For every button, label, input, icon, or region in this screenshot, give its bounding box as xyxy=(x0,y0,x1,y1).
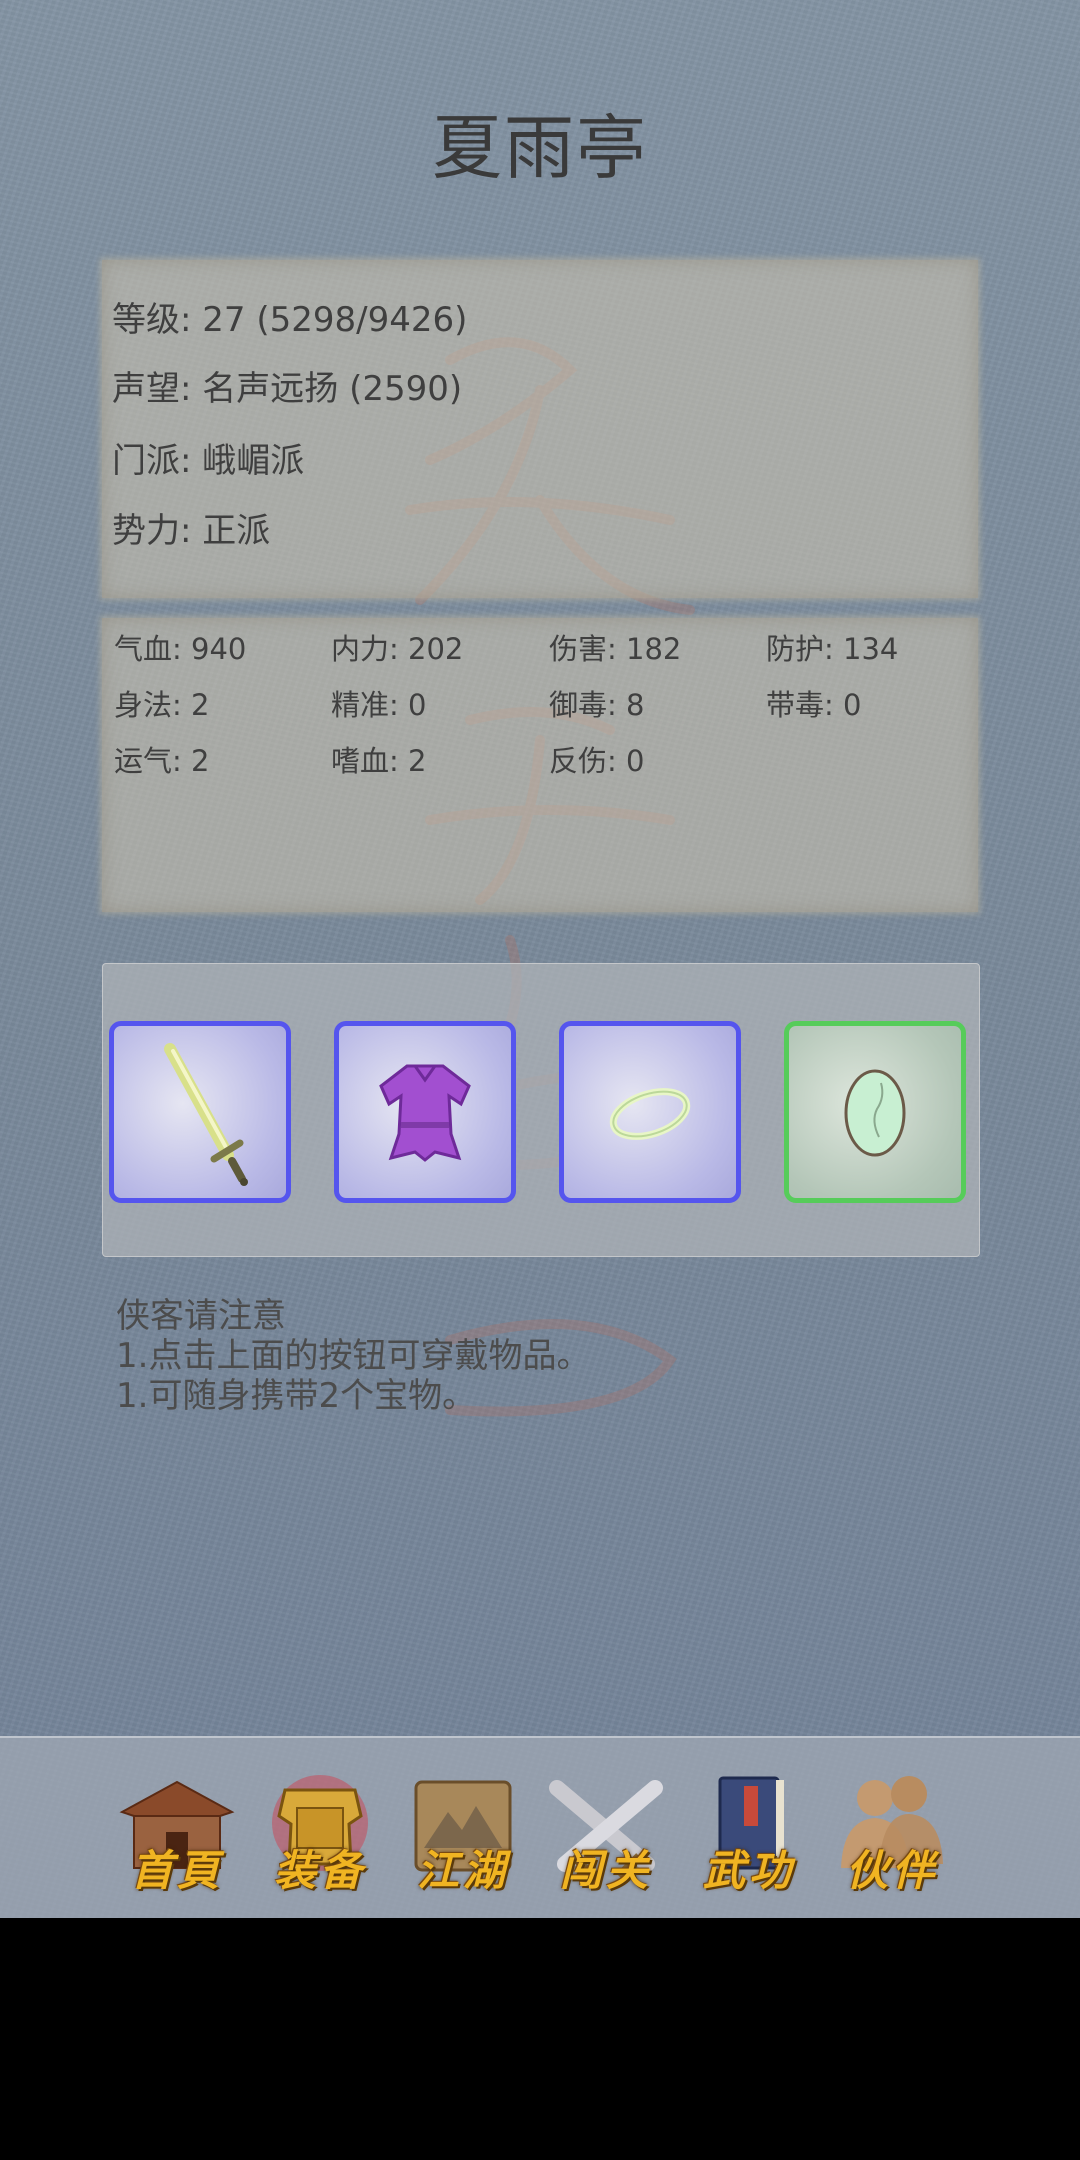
level-text: 等级: 27 (5298/9426) xyxy=(112,300,468,340)
nav-partner-label: 伙伴 xyxy=(845,1846,938,1895)
stat-defense: 防护: 134 xyxy=(766,632,899,666)
stat-bloodthirst: 嗜血: 2 xyxy=(331,744,427,778)
page-title: 夏雨亭 xyxy=(432,107,648,189)
equip-slot-accessory[interactable] xyxy=(559,1021,741,1203)
app-screen: 夏雨亭 等级: 27 (5298/9426) 声望: 名声远扬 (2590) 门… xyxy=(0,0,1080,1918)
sect-text: 门派: 峨嵋派 xyxy=(112,441,305,481)
nav-martial-arts[interactable]: 武功 xyxy=(686,1768,812,1895)
nav-equipment[interactable]: 装备 xyxy=(257,1768,383,1895)
nav-home-label: 首頁 xyxy=(130,1846,223,1895)
notice-heading: 侠客请注意 xyxy=(116,1296,286,1336)
equipment-panel xyxy=(102,963,980,1257)
nav-partner[interactable]: 伙伴 xyxy=(829,1768,955,1895)
robe-icon xyxy=(379,1064,471,1162)
notice-box: 侠客请注意 1.点击上面的按钮可穿戴物品。 1.可随身携带2个宝物。 xyxy=(116,1296,590,1416)
nav-equipment-label: 装备 xyxy=(273,1846,366,1895)
stat-poison: 带毒: 0 xyxy=(766,688,862,722)
stat-luck: 运气: 2 xyxy=(114,744,210,778)
faction-text: 势力: 正派 xyxy=(112,511,271,551)
character-info-panel: 等级: 27 (5298/9426) 声望: 名声远扬 (2590) 门派: 峨… xyxy=(102,260,978,598)
sword-icon xyxy=(164,1043,248,1186)
stat-reflect: 反伤: 0 xyxy=(549,744,645,778)
nav-challenge-label: 闯关 xyxy=(559,1846,652,1895)
jade-ring-icon xyxy=(609,1088,691,1140)
stat-damage: 伤害: 182 xyxy=(549,632,682,666)
jade-egg-icon xyxy=(844,1069,906,1157)
nav-home[interactable]: 首頁 xyxy=(114,1768,240,1895)
notice-line-1: 1.点击上面的按钮可穿戴物品。 xyxy=(116,1336,591,1376)
equip-slot-weapon[interactable] xyxy=(109,1021,291,1203)
stat-internal-power: 内力: 202 xyxy=(331,632,464,666)
equip-slot-treasure[interactable] xyxy=(784,1021,966,1203)
bottom-navigation: 首頁 装备 江湖 闯关 武功 伙伴 xyxy=(0,1736,1080,1918)
stat-poison-resist: 御毒: 8 xyxy=(549,688,645,722)
stat-agility: 身法: 2 xyxy=(114,688,210,722)
nav-challenge[interactable]: 闯关 xyxy=(543,1768,669,1895)
notice-line-2: 1.可随身携带2个宝物。 xyxy=(116,1376,477,1416)
nav-jianghu[interactable]: 江湖 xyxy=(400,1768,526,1895)
nav-jianghu-label: 江湖 xyxy=(416,1846,509,1895)
stat-hp: 气血: 940 xyxy=(114,632,247,666)
nav-martial-arts-label: 武功 xyxy=(702,1846,795,1895)
equip-slot-armor[interactable] xyxy=(334,1021,516,1203)
reputation-text: 声望: 名声远扬 (2590) xyxy=(112,369,463,409)
stat-accuracy: 精准: 0 xyxy=(331,688,427,722)
attributes-panel: 气血: 940 内力: 202 伤害: 182 防护: 134 身法: 2 精准… xyxy=(102,618,978,912)
